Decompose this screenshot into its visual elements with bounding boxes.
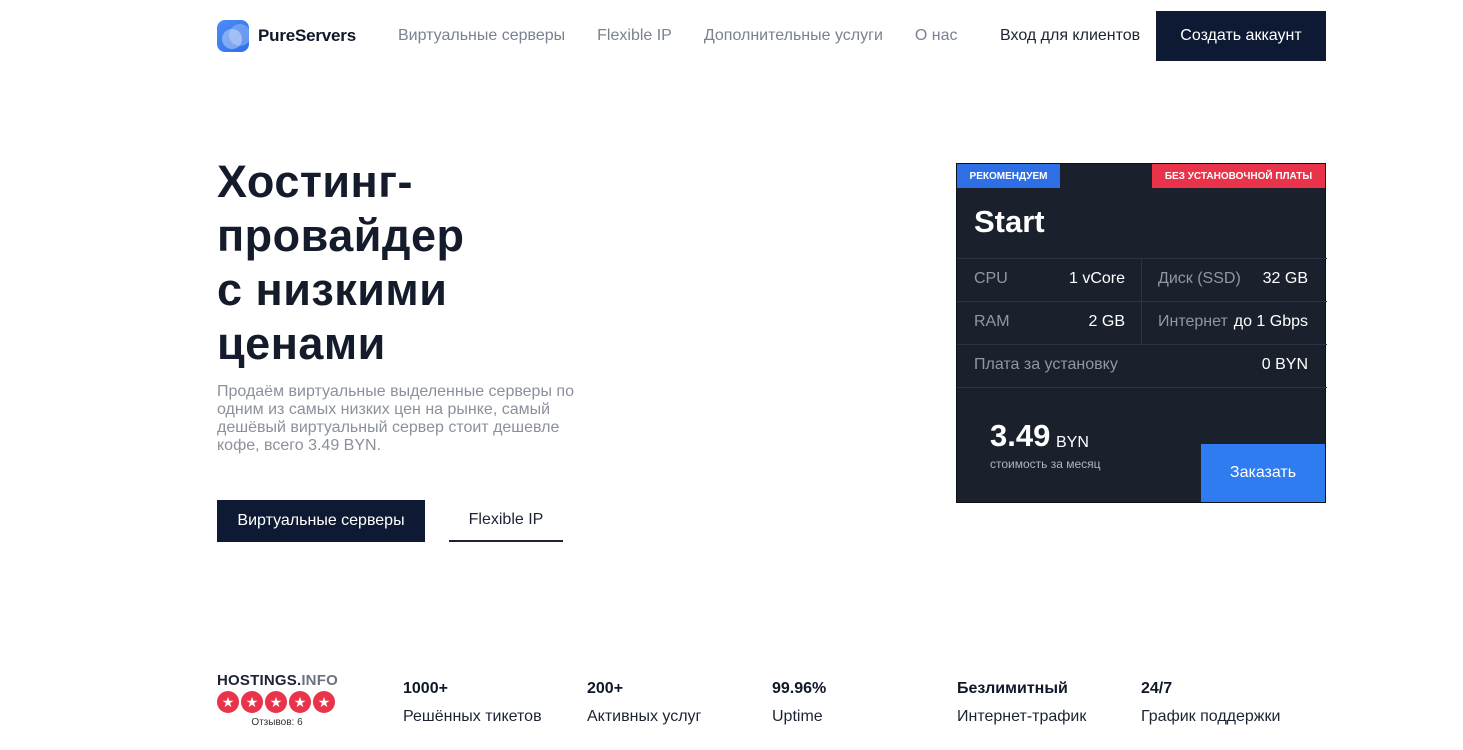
- rating-stars: ★ ★ ★ ★ ★: [217, 691, 337, 713]
- plan-card-start: РЕКОМЕНДУЕМ БЕЗ УСТАНОВОЧНОЙ ПЛАТЫ Start…: [956, 163, 1327, 503]
- reviews-count: Отзывов: 6: [251, 717, 303, 728]
- plan-price: 3.49: [990, 418, 1051, 453]
- star-icon: ★: [217, 691, 239, 713]
- nav-item-virtual-servers[interactable]: Виртуальные серверы: [398, 27, 565, 45]
- stat-label: Активных услуг: [587, 708, 702, 725]
- divider: [957, 301, 1327, 302]
- ram-label: RAM: [974, 313, 1010, 330]
- ram-value: 2 GB: [1088, 313, 1125, 330]
- main-nav: Виртуальные серверы Flexible IP Дополнит…: [398, 27, 958, 45]
- stat-traffic: Безлимитный Интернет-трафик: [957, 680, 1086, 726]
- stat-uptime: 99.96% Uptime: [772, 680, 826, 726]
- hero-title-line: провайдер: [217, 210, 465, 261]
- stat-label: Интернет-трафик: [957, 708, 1087, 725]
- client-login-link[interactable]: Вход для клиентов: [1000, 27, 1140, 45]
- hostings-info-rating[interactable]: HOSTINGS.INFO ★ ★ ★ ★ ★ Отзывов: 6: [217, 672, 338, 728]
- cpu-label: CPU: [974, 270, 1008, 287]
- hero-title: Хостинг- провайдер с низкими ценами: [217, 155, 597, 371]
- divider: [957, 344, 1327, 345]
- stat-label: Uptime: [772, 708, 823, 725]
- disk-label: Диск (SSD): [1158, 270, 1241, 287]
- brand-logo[interactable]: PureServers: [217, 20, 356, 52]
- stat-label: Решённых тикетов: [403, 708, 542, 725]
- nav-item-flexible-ip[interactable]: Flexible IP: [597, 27, 672, 45]
- star-icon: ★: [265, 691, 287, 713]
- virtual-servers-button[interactable]: Виртуальные серверы: [217, 500, 425, 542]
- site-header: PureServers Виртуальные серверы Flexible…: [0, 0, 1463, 70]
- stat-label: График поддержки: [1141, 708, 1281, 725]
- stat-value: Безлимитный: [957, 680, 1068, 697]
- stat-value: 99.96%: [772, 680, 827, 697]
- star-icon: ★: [241, 691, 263, 713]
- hero-description: Продаём виртуальные выделенные серверы п…: [217, 383, 574, 454]
- rating-brand-suffix: INFO: [301, 672, 338, 689]
- order-button[interactable]: Заказать: [1201, 444, 1325, 502]
- hero-title-line: с низкими: [217, 264, 448, 315]
- rating-brand: HOSTINGS.INFO: [217, 672, 338, 689]
- plan-currency: BYN: [1056, 434, 1089, 451]
- setup-fee-label: Плата за установку: [974, 356, 1118, 373]
- create-account-button[interactable]: Создать аккаунт: [1156, 11, 1326, 61]
- stat-tickets: 1000+ Решённых тикетов: [403, 680, 542, 726]
- rating-brand-main: HOSTINGS.: [217, 672, 302, 689]
- stat-value: 1000+: [403, 680, 448, 697]
- star-icon: ★: [289, 691, 311, 713]
- nav-item-about[interactable]: О нас: [915, 27, 958, 45]
- cpu-value: 1 vCore: [1068, 270, 1125, 287]
- logo-icon: [217, 20, 249, 52]
- divider: [957, 258, 1327, 259]
- recommended-badge: РЕКОМЕНДУЕМ: [957, 164, 1060, 188]
- stat-value: 200+: [587, 680, 624, 697]
- hero-title-line: ценами: [217, 318, 386, 369]
- price-note: стоимость за месяц: [990, 457, 1101, 471]
- hero-title-line: Хостинг-: [217, 156, 413, 207]
- brand-name: PureServers: [258, 26, 356, 45]
- internet-label: Интернет: [1158, 313, 1228, 330]
- plan-name: Start: [974, 204, 1045, 239]
- setup-fee-value: 0 BYN: [1261, 356, 1308, 373]
- flexible-ip-link[interactable]: Flexible IP: [449, 500, 563, 542]
- stat-value: 24/7: [1141, 680, 1173, 697]
- divider: [1141, 258, 1142, 344]
- disk-value: 32 GB: [1262, 270, 1308, 287]
- no-setup-fee-badge: БЕЗ УСТАНОВОЧНОЙ ПЛАТЫ: [1152, 164, 1325, 188]
- divider: [957, 387, 1327, 388]
- stat-support: 24/7 График поддержки: [1141, 680, 1280, 726]
- star-icon: ★: [313, 691, 335, 713]
- stat-services: 200+ Активных услуг: [587, 680, 701, 726]
- internet-value: до 1 Gbps: [1233, 313, 1308, 330]
- nav-item-additional-services[interactable]: Дополнительные услуги: [704, 27, 883, 45]
